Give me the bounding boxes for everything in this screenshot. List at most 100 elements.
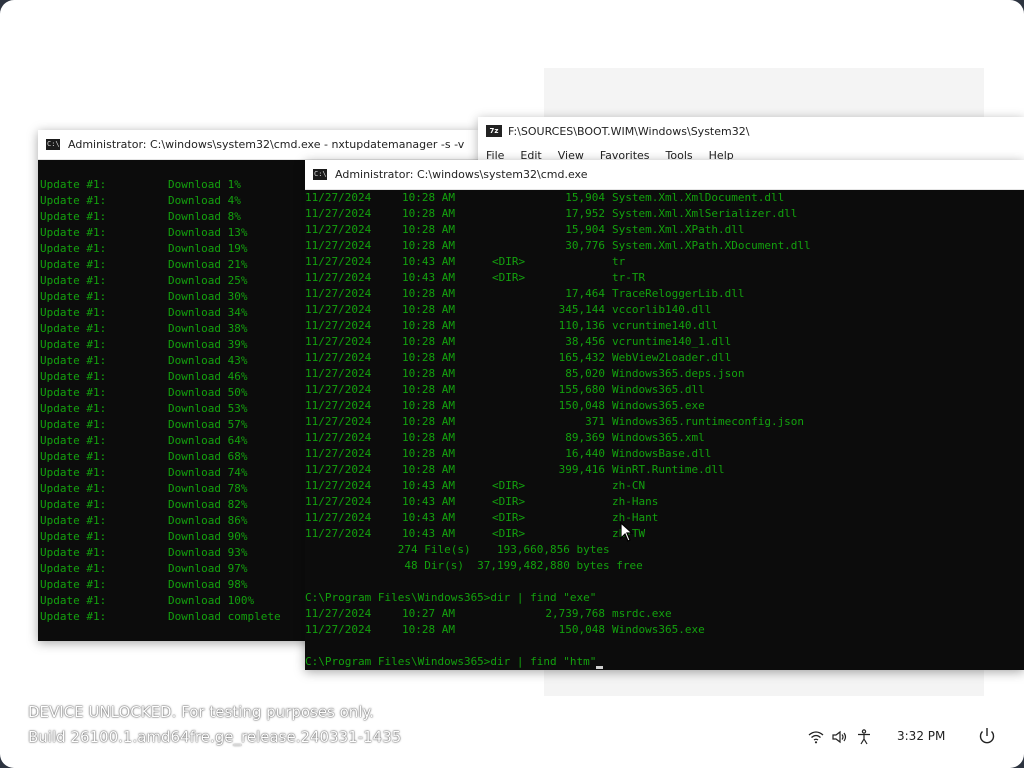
dir-marker: <DIR> <box>492 479 526 492</box>
update-label: Update #1: <box>40 322 107 335</box>
file-date: 11/27/2024 <box>305 191 372 204</box>
download-status: Download 46% <box>168 370 248 383</box>
accessibility-icon[interactable] <box>854 727 874 747</box>
download-status: Download 98% <box>168 578 248 591</box>
watermark-line-2: Build 26100.1.amd64fre.ge_release.240331… <box>28 728 402 746</box>
file-date: 11/27/2024 <box>305 511 372 524</box>
file-name: zh-CN <box>612 479 646 492</box>
file-date: 11/27/2024 <box>305 255 372 268</box>
download-status: Download 68% <box>168 450 248 463</box>
update-label: Update #1: <box>40 530 107 543</box>
file-size: 371 <box>585 415 605 428</box>
update-label: Update #1: <box>40 226 107 239</box>
download-status: Download 50% <box>168 386 248 399</box>
file-date: 11/27/2024 <box>305 239 372 252</box>
download-status: Download 8% <box>168 210 241 223</box>
dir-marker: <DIR> <box>492 255 526 268</box>
download-status: Download 100% <box>168 594 255 607</box>
file-date: 11/27/2024 <box>305 335 372 348</box>
file-time: 10:43 AM <box>402 511 455 524</box>
file-name: Windows365.deps.json <box>612 367 745 380</box>
file-time: 10:43 AM <box>402 495 455 508</box>
update-label: Update #1: <box>40 338 107 351</box>
download-status: Download 97% <box>168 562 248 575</box>
listing-row: 11/27/2024 10:43 AM <DIR> zh-Hant <box>305 510 1024 526</box>
update-label: Update #1: <box>40 370 107 383</box>
update-label: Update #1: <box>40 418 107 431</box>
listing-row: 11/27/2024 10:28 AM 15,904 System.Xml.XmlDo… <box>305 190 1024 206</box>
clock[interactable]: 3:32 PM <box>897 729 945 743</box>
file-time: 10:43 AM <box>402 271 455 284</box>
file-time: 10:28 AM <box>402 287 455 300</box>
file-time: 10:28 AM <box>402 463 455 476</box>
cmd-terminal-output[interactable]: 11/27/2024 10:28 AM 15,904 System.Xml.XmlDo… <box>305 190 1024 670</box>
file-time: 10:28 AM <box>402 207 455 220</box>
dir-marker: <DIR> <box>492 511 526 524</box>
listing-row: 11/27/2024 10:43 AM <DIR> tr-TR <box>305 270 1024 286</box>
update-window-titlebar[interactable]: C:\ Administrator: C:\windows\system32\c… <box>38 130 478 160</box>
update-label: Update #1: <box>40 354 107 367</box>
file-name: System.Xml.XPath.XDocument.dll <box>612 239 811 252</box>
file-name: WindowsBase.dll <box>612 447 712 460</box>
update-label: Update #1: <box>40 290 107 303</box>
download-status: Download 82% <box>168 498 248 511</box>
download-status: Download 13% <box>168 226 248 239</box>
7zip-titlebar[interactable]: 7z F:\SOURCES\BOOT.WIM\Windows\System32\ <box>478 117 1024 145</box>
file-date: 11/27/2024 <box>305 495 372 508</box>
file-time: 10:28 AM <box>402 431 455 444</box>
7zip-title: F:\SOURCES\BOOT.WIM\Windows\System32\ <box>508 124 750 138</box>
file-name: Windows365.exe <box>612 623 705 636</box>
volume-icon[interactable] <box>830 727 850 747</box>
find-result-row: 11/27/2024 10:27 AM 2,739,768 msrdc.exe <box>305 606 1024 622</box>
file-date: 11/27/2024 <box>305 223 372 236</box>
file-date: 11/27/2024 <box>305 351 372 364</box>
listing-row: 11/27/2024 10:28 AM 155,680 Windows365.dll <box>305 382 1024 398</box>
file-date: 11/27/2024 <box>305 479 372 492</box>
prompt-line-current[interactable]: C:\Program Files\Windows365>dir | find "… <box>305 654 1024 670</box>
file-name: TraceReloggerLib.dll <box>612 287 745 300</box>
file-date: 11/27/2024 <box>305 287 372 300</box>
file-size: 30,776 <box>565 239 605 252</box>
file-time: 10:28 AM <box>402 335 455 348</box>
file-time: 10:28 AM <box>402 319 455 332</box>
update-label: Update #1: <box>40 210 107 223</box>
download-status: Download 1% <box>168 178 241 191</box>
file-name: System.Xml.XPath.dll <box>612 223 745 236</box>
file-date: 11/27/2024 <box>305 607 372 620</box>
file-name: zh-Hans <box>612 495 659 508</box>
download-status: Download 38% <box>168 322 248 335</box>
cmd-window-title: Administrator: C:\windows\system32\cmd.e… <box>335 168 588 181</box>
file-size: 345,144 <box>558 303 605 316</box>
download-status: Download 64% <box>168 434 248 447</box>
file-date: 11/27/2024 <box>305 527 372 540</box>
file-size: 155,680 <box>558 383 605 396</box>
listing-row: 11/27/202410:43 AM<DIR>zh-TW <box>305 526 1024 542</box>
file-name: vccorlib140.dll <box>612 303 712 316</box>
file-time: 10:28 AM <box>402 383 455 396</box>
find-result-row: 11/27/2024 10:28 AM 150,048 Windows365.exe <box>305 622 1024 638</box>
file-time: 10:28 AM <box>402 191 455 204</box>
listing-row: 11/27/2024 10:28 AM 110,136 vcruntime140.dl… <box>305 318 1024 334</box>
download-status: Download 25% <box>168 274 248 287</box>
power-icon[interactable] <box>976 725 998 747</box>
file-date: 11/27/2024 <box>305 415 372 428</box>
7zip-icon: 7z <box>486 125 502 137</box>
update-label: Update #1: <box>40 466 107 479</box>
file-size: 150,048 <box>558 399 605 412</box>
file-size: 165,432 <box>558 351 605 364</box>
file-time: 10:28 AM <box>402 623 455 636</box>
listing-row: 11/27/2024 10:28 AM 38,456 vcruntime140_1.d… <box>305 334 1024 350</box>
download-status: Download 86% <box>168 514 248 527</box>
file-name: Windows365.dll <box>612 383 705 396</box>
download-status: Download complete <box>168 610 281 623</box>
update-label: Update #1: <box>40 194 107 207</box>
wifi-icon[interactable] <box>806 727 826 747</box>
listing-row: 11/27/2024 10:28 AM 85,020 Windows365.deps.… <box>305 366 1024 382</box>
update-label: Update #1: <box>40 594 107 607</box>
cmd-window[interactable]: C:\ Administrator: C:\windows\system32\c… <box>305 160 1024 670</box>
file-size: 15,904 <box>565 191 605 204</box>
cmd-window-titlebar[interactable]: C:\ Administrator: C:\windows\system32\c… <box>305 160 1024 190</box>
download-status: Download 4% <box>168 194 241 207</box>
mouse-cursor-icon <box>620 522 634 542</box>
download-status: Download 57% <box>168 418 248 431</box>
